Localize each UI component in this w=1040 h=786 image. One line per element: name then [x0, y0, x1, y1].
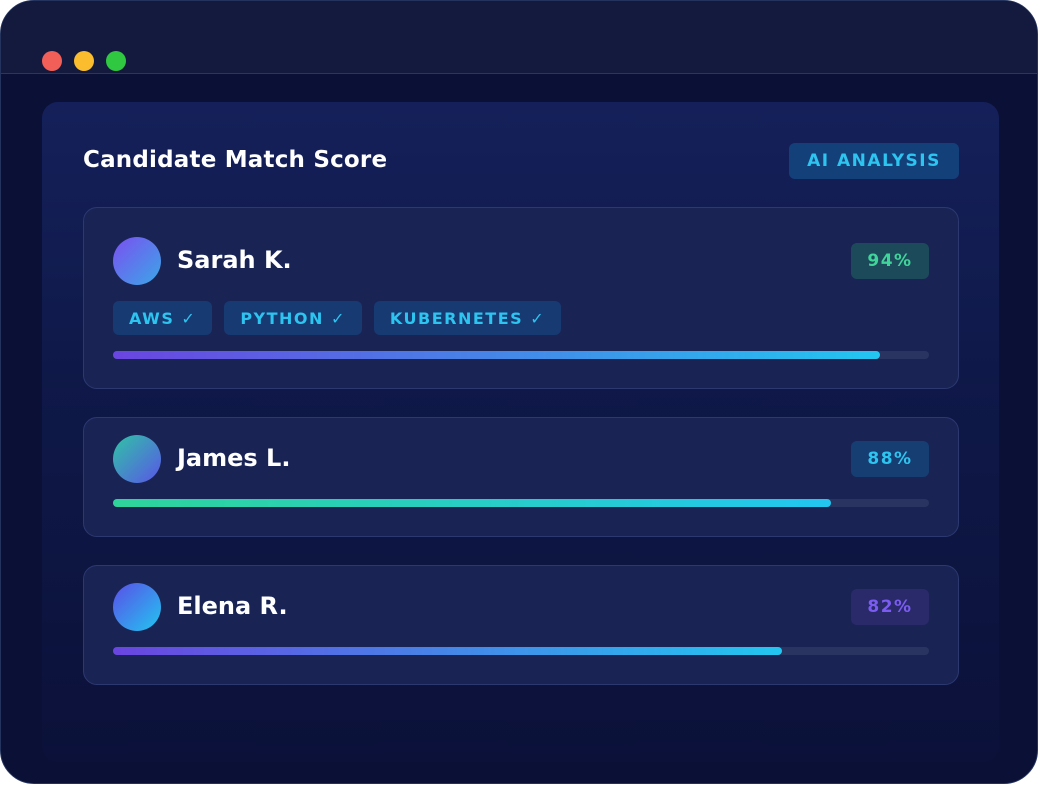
- avatar: [113, 583, 161, 631]
- candidate-card-sarah[interactable]: Sarah K. 94% AWS ✓ PYTHON ✓ KUBERNETES ✓: [83, 207, 959, 389]
- match-score-badge: 82%: [851, 589, 929, 625]
- app-window: Candidate Match Score AI ANALYSIS Sarah …: [0, 0, 1038, 784]
- maximize-window-button[interactable]: [106, 51, 126, 71]
- close-window-button[interactable]: [42, 51, 62, 71]
- title-bar: [1, 1, 1037, 74]
- candidate-name: Elena R.: [177, 592, 288, 620]
- panel-title: Candidate Match Score: [83, 147, 388, 173]
- match-progress-track: [113, 647, 929, 655]
- match-progress-fill: [113, 499, 832, 507]
- match-progress-fill: [113, 351, 881, 359]
- candidate-card-elena[interactable]: Elena R. 82%: [83, 565, 959, 685]
- ai-analysis-badge: AI ANALYSIS: [789, 143, 959, 179]
- match-score-panel: Candidate Match Score AI ANALYSIS Sarah …: [42, 102, 999, 762]
- skill-tag-kubernetes: KUBERNETES ✓: [373, 301, 562, 335]
- candidate-name: Sarah K.: [177, 246, 292, 274]
- match-progress-fill: [113, 647, 783, 655]
- skill-tag-aws: AWS ✓: [113, 301, 213, 335]
- match-score-badge: 94%: [851, 243, 929, 279]
- avatar: [113, 435, 161, 483]
- candidate-name: James L.: [177, 444, 291, 472]
- avatar: [113, 237, 161, 285]
- match-progress-track: [113, 499, 929, 507]
- match-score-badge: 88%: [851, 441, 929, 477]
- minimize-window-button[interactable]: [74, 51, 94, 71]
- candidate-card-james[interactable]: James L. 88%: [83, 417, 959, 537]
- skill-tags: AWS ✓ PYTHON ✓ KUBERNETES ✓: [113, 301, 562, 335]
- match-progress-track: [113, 351, 929, 359]
- skill-tag-python: PYTHON ✓: [224, 301, 362, 335]
